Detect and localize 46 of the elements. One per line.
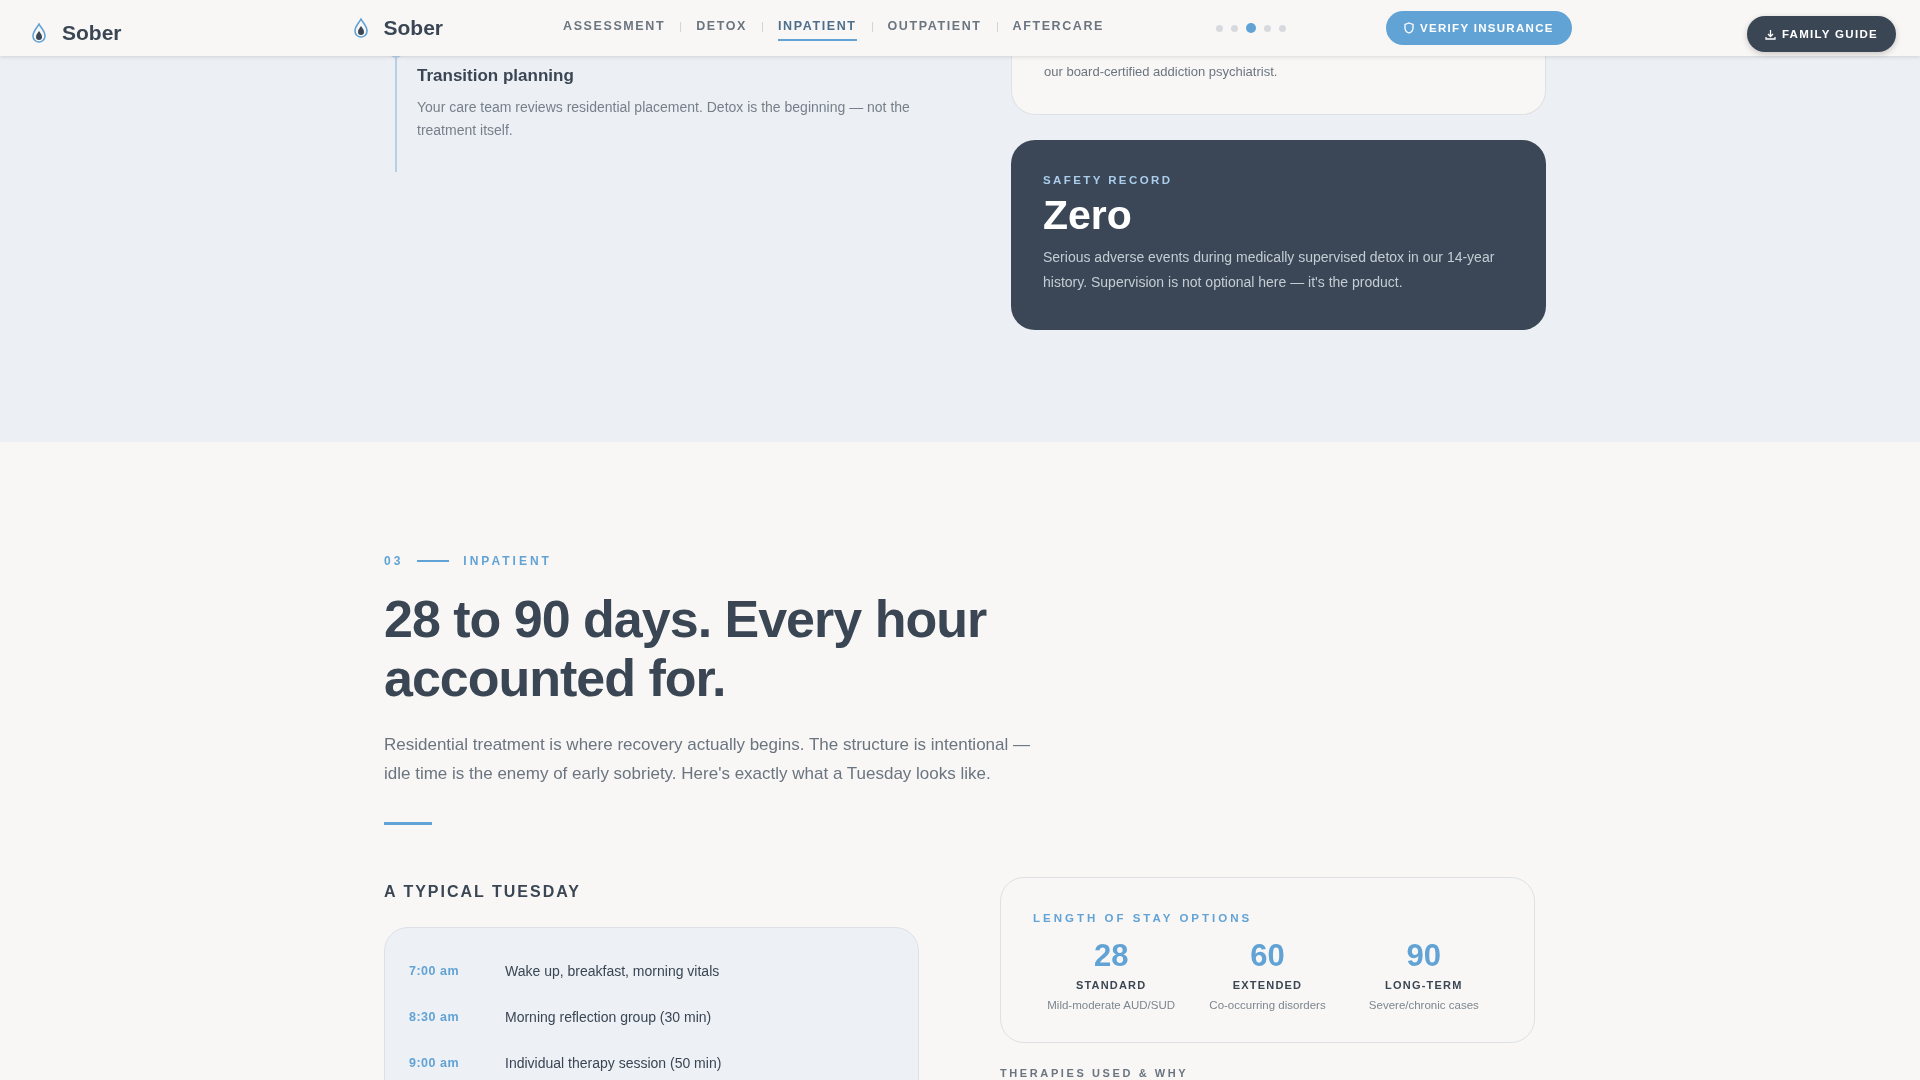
timeline-step-title: Transition planning [417,66,575,86]
nav-link[interactable]: AFTERCARE [1012,12,1105,41]
family-guide-button[interactable]: FAMILY GUIDE [1746,16,1896,52]
card-label: SAFETY RECORD [1043,174,1174,186]
schedule-title: A TYPICAL TUESDAY [384,883,582,901]
nav-link[interactable]: OUTPATIENT [887,12,982,41]
verify-insurance-button[interactable]: VERIFY INSURANCE [1386,11,1572,45]
schedule-activity: Wake up, breakfast, morning vitals [505,963,720,979]
stay-days: 28 [1093,938,1129,974]
flame-logo-icon [351,18,370,38]
shield-icon [1404,22,1415,34]
stay-note: Co-occurring disorders [1209,999,1326,1011]
stay-label: EXTENDED [1232,979,1303,991]
stay-note: Mild-moderate AUD/SUD [1047,999,1176,1011]
card-text: our board-certified addiction psychiatrist. [1044,64,1278,79]
stay-label: LONG-TERM [1385,979,1463,991]
timeline-step-text: Your care team reviews residential placement. Detox is the beginning — not the treatment itself. [417,98,911,140]
page-dot[interactable] [1264,24,1272,32]
schedule-time: 7:00 am [409,964,461,978]
download-icon [1764,28,1776,40]
card-label: LENGTH OF STAY OPTIONS [1033,912,1254,924]
page-dot[interactable] [1216,24,1224,32]
section-eyebrow: INPATIENT [463,554,552,568]
schedule-activity: Individual therapy session (50 min) [505,1055,722,1071]
flame-logo-icon [30,23,48,43]
schedule-time: 9:00 am [409,1056,461,1070]
stay-days: 90 [1406,938,1442,974]
therapies-title: THERAPIES USED & WHY [1000,1067,1190,1079]
card-text: Serious adverse events during medically supervised detox in our 14-year history. Supervision is not optional here — it's the product. [1043,248,1496,292]
stay-note: Severe/chronic cases [1368,999,1479,1011]
page-dot[interactable] [1279,24,1287,32]
page-dot[interactable] [1231,24,1239,32]
stay-days: 60 [1250,938,1285,974]
nav-link[interactable]: DETOX [696,12,747,41]
section-intro: Residential treatment is where recovery actually begins. The structure is intentional — idle time is the enemy of early sobriety. Here's exactly what a Tuesday looks like. [384,734,1031,785]
stay-label: STANDARD [1075,979,1147,991]
page-dot[interactable] [1246,23,1257,33]
schedule-time: 8:30 am [409,1010,461,1024]
safety-value: Zero [1043,192,1133,239]
brand-name[interactable]: Sober [383,16,444,40]
nav-link[interactable]: INPATIENT [778,12,857,41]
brand-name[interactable]: Sober [62,21,122,45]
schedule-activity: Morning reflection group (30 min) [505,1009,712,1025]
section-number: 03 [384,554,404,568]
section-heading: 28 to 90 days. Every hour accounted for. [384,590,988,708]
nav-link[interactable]: ASSESSMENT [563,12,666,41]
